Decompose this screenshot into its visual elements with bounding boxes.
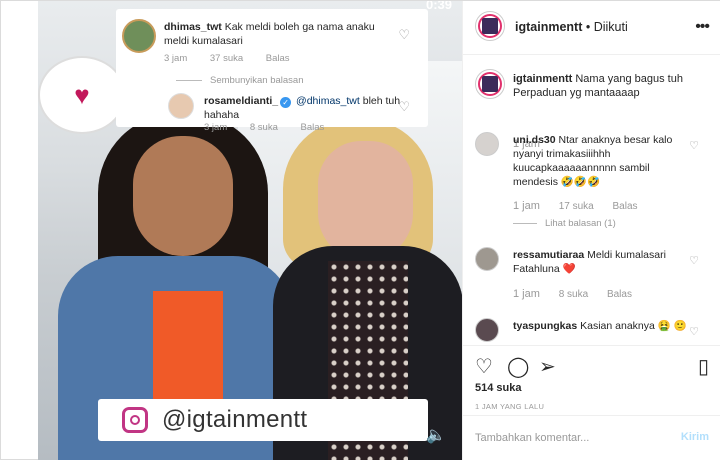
heart-icon: ♡ [398, 99, 410, 114]
like-comment-heart-icon[interactable]: ♡ [689, 325, 699, 338]
comment-avatar-2[interactable] [475, 247, 499, 271]
post-actions: ♡ ◯ ➢ ▯ 514 suka 1 JAM YANG LALU [463, 345, 720, 415]
comment-time-1: 1 jam [513, 200, 540, 212]
handle-banner-text: @igtainmentt [162, 406, 308, 433]
heart-icon: ♡ [398, 27, 410, 42]
overlay-time-2: 3 jam [204, 122, 228, 133]
post-comment-button[interactable]: Kirim [681, 431, 709, 443]
author-username[interactable]: igtainmentt [515, 20, 582, 34]
comment-bubble-icon[interactable]: ◯ [507, 354, 529, 379]
save-bookmark-icon[interactable]: ▯ [698, 354, 709, 379]
header-separator: • [582, 20, 594, 34]
comment-avatar-3[interactable] [475, 318, 499, 342]
person-right-face [318, 141, 413, 261]
like-comment-heart-icon[interactable]: ♡ [689, 254, 699, 267]
post-timestamp: 1 JAM YANG LALU [475, 402, 545, 411]
verified-badge-icon: ✓ [280, 97, 292, 108]
comment-reply-2[interactable]: Balas [607, 289, 632, 300]
gosip-logo: ♥ [38, 56, 126, 134]
comment-username-2[interactable]: ressamutiaraa [513, 249, 584, 261]
post-video[interactable]: 0:39 ♥ dhimas_twt Kak meldi boleh ga nam… [38, 1, 462, 460]
caption-username[interactable]: igtainmentt [513, 73, 572, 85]
overlay-reply-2: Balas [300, 122, 325, 133]
video-timer: 0:39 [425, 1, 452, 12]
comment-avatar-1[interactable] [475, 132, 499, 156]
comment-reply-1[interactable]: Balas [613, 201, 638, 212]
author-avatar[interactable] [475, 11, 505, 41]
post-sidebar: igtainmentt • Diikuti ••• igtainmentt Na… [462, 1, 720, 460]
overlay-hide-replies: Sembunyikan balasan [176, 75, 303, 86]
likes-count[interactable]: 514 suka [475, 382, 521, 394]
handle-banner: @igtainmentt [98, 399, 428, 441]
comment-time-2: 1 jam [513, 288, 540, 300]
overlay-likes-2: 8 suka [249, 122, 278, 133]
like-heart-icon[interactable]: ♡ [475, 354, 493, 379]
comment-username-3[interactable]: tyaspungkas [513, 320, 577, 332]
overlay-mention-2: @dhimas_twt [296, 95, 360, 107]
more-options-icon[interactable]: ••• [695, 18, 710, 36]
person-left-face [133, 136, 233, 256]
comment-likes-2[interactable]: 8 suka [559, 289, 588, 300]
overlay-username-1: dhimas_twt [164, 21, 222, 33]
overlay-likes-1: 37 suka [209, 53, 244, 64]
post-frame: 0:39 ♥ dhimas_twt Kak meldi boleh ga nam… [0, 0, 720, 460]
comment-username-1[interactable]: uni.ds30 [513, 134, 556, 146]
comments-list[interactable]: igtainmentt Nama yang bagus tuh Perpadua… [463, 55, 720, 345]
comment-input[interactable] [475, 426, 665, 450]
caption-avatar[interactable] [475, 69, 505, 99]
like-comment-heart-icon[interactable]: ♡ [689, 139, 699, 152]
instagram-icon [122, 407, 148, 433]
overlay-avatar-1 [122, 19, 156, 53]
share-icon[interactable]: ➢ [539, 354, 556, 379]
overlay-time-1: 3 jam [164, 53, 188, 64]
follow-status[interactable]: Diikuti [594, 20, 628, 34]
comment-2: ressamutiaraa Meldi kumalasari Fatahluna… [513, 248, 691, 276]
comment-1: uni.ds30 Ntar anaknya besar kalo nyanyi … [513, 133, 691, 189]
logo-glyph: ♥ [74, 79, 90, 110]
overlay-avatar-2 [168, 93, 194, 119]
overlay-reply-1: Balas [265, 53, 290, 64]
post-header: igtainmentt • Diikuti ••• [463, 1, 720, 55]
view-replies-link[interactable]: Lihat balasan (1) [513, 218, 616, 229]
overlay-username-2: rosameldianti_ [204, 95, 279, 107]
add-comment-section: Kirim [463, 415, 720, 460]
comment-3: tyaspungkas Kasian anaknya 🤮 🙂 [513, 319, 691, 333]
comment-likes-1[interactable]: 17 suka [559, 201, 594, 212]
comment-text-3: Kasian anaknya 🤮 🙂 [580, 320, 687, 332]
overlay-comment-card: dhimas_twt Kak meldi boleh ga nama anaku… [116, 9, 428, 133]
volume-icon[interactable]: 🔈 [426, 425, 446, 445]
